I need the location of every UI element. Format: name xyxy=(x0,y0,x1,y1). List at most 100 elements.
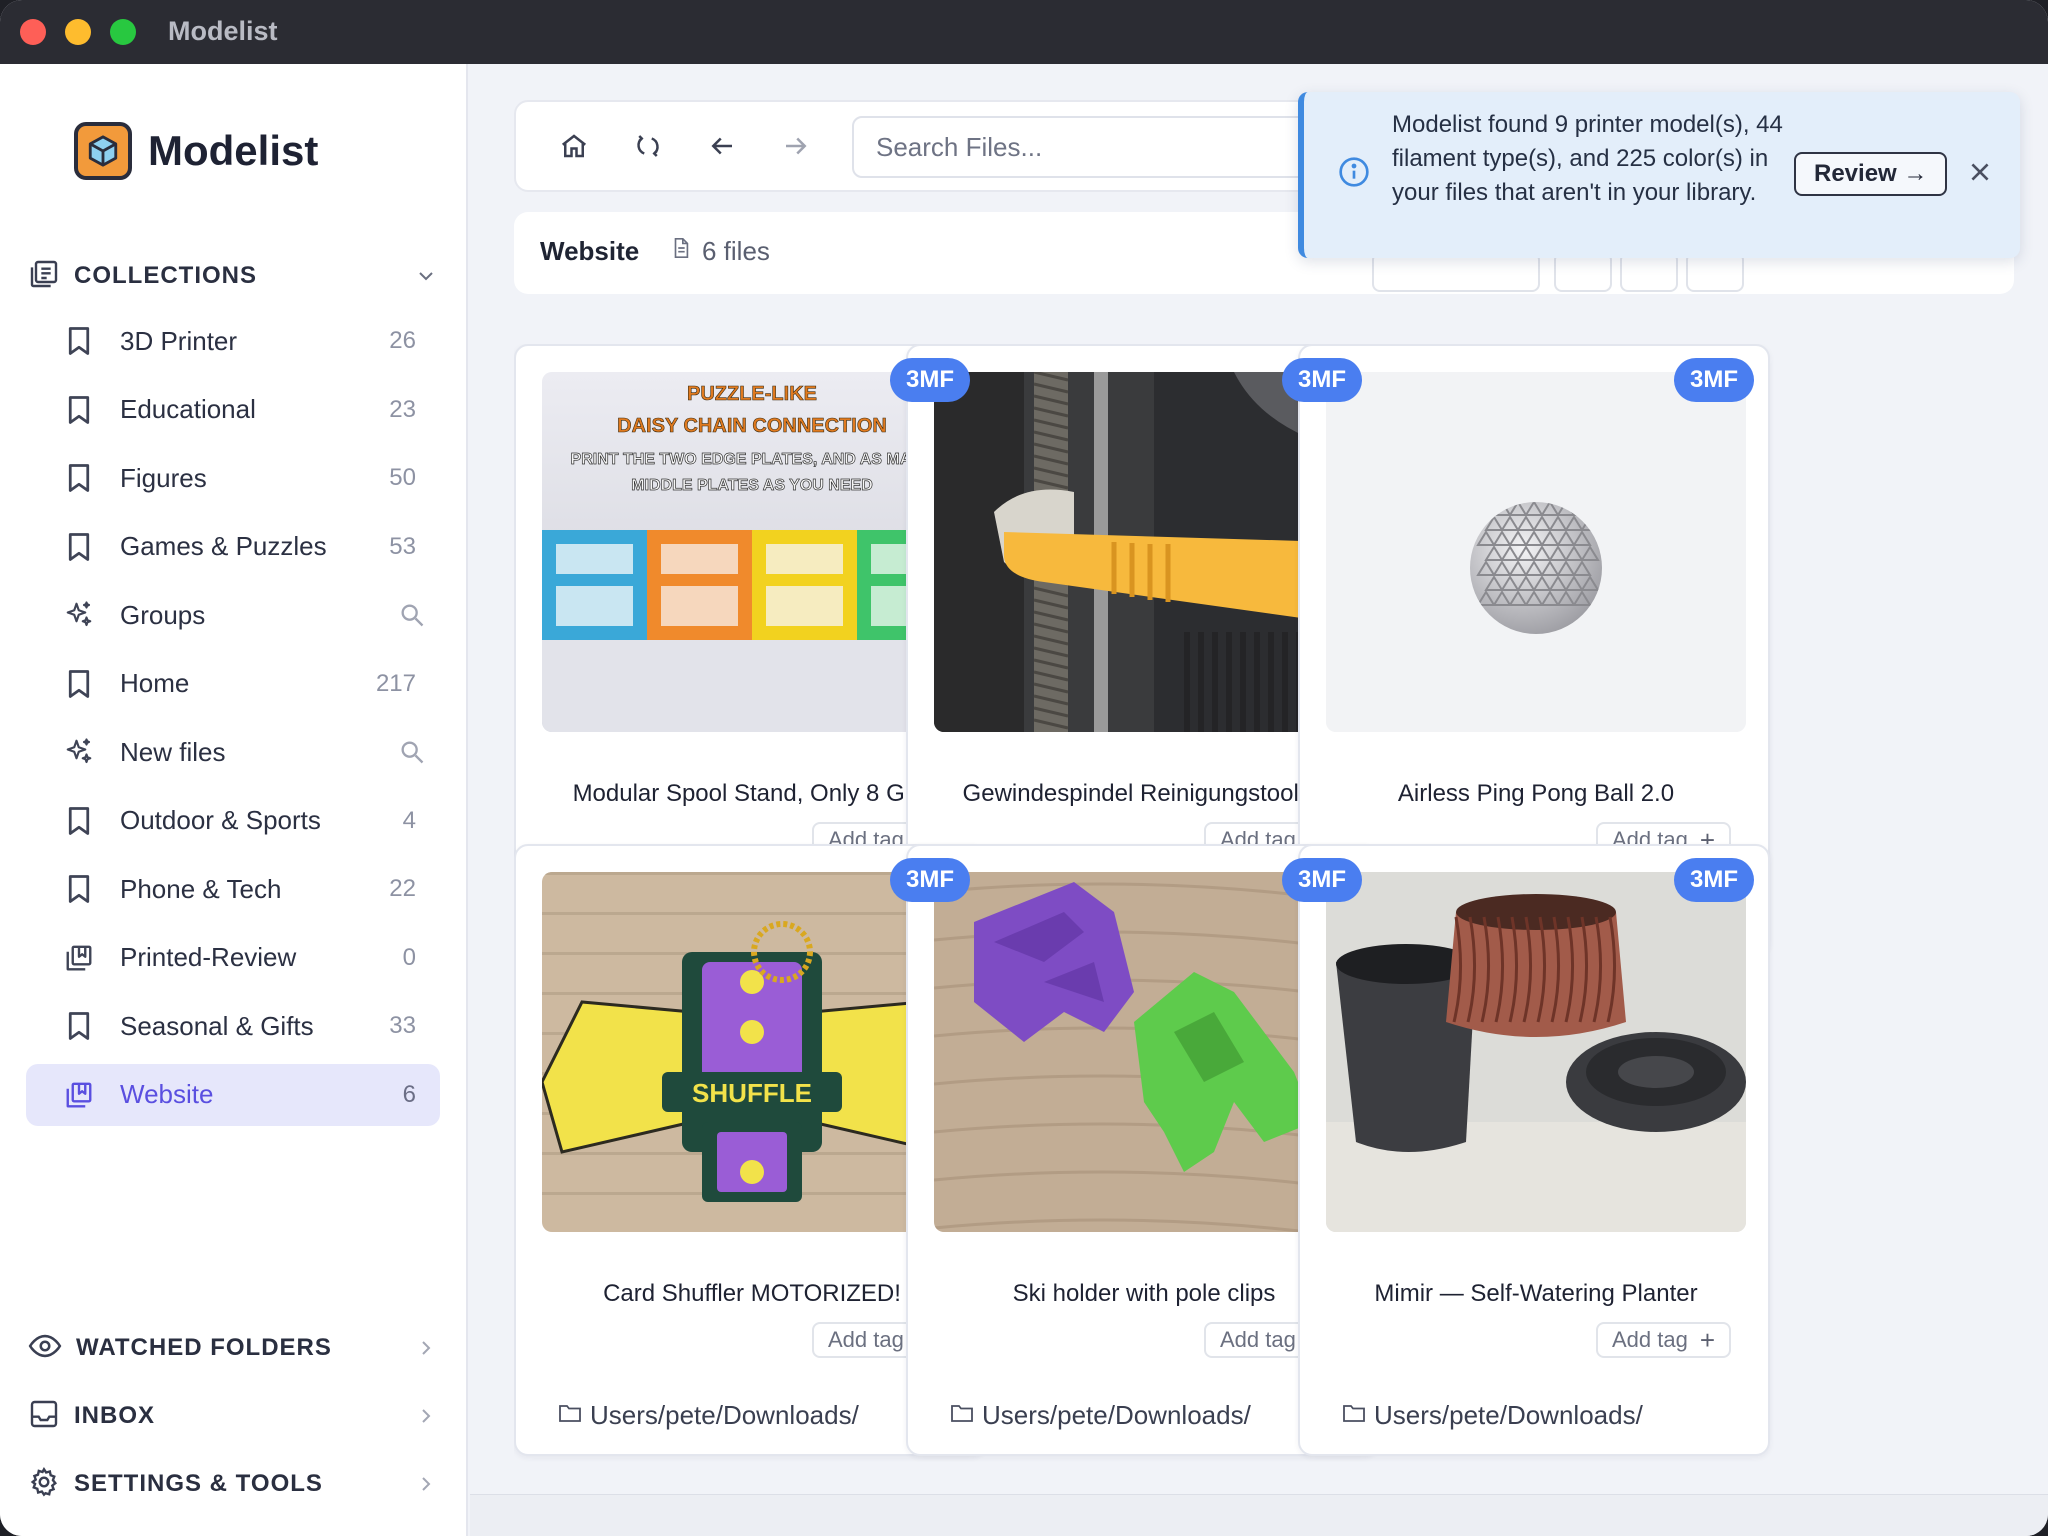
sidebar-item-label: Home xyxy=(120,668,190,698)
sidebar: Modelist COLLECTIONS 3D Printer 26 Educati… xyxy=(0,64,468,1536)
review-button[interactable]: Review → xyxy=(1794,152,1948,196)
bookmark-icon xyxy=(64,463,94,493)
file-card[interactable]: 3MF Mimir — Self-Watering Planter Add tag +… xyxy=(1298,844,1770,1456)
file-thumbnail[interactable] xyxy=(1326,372,1746,732)
sidebar-item-games-puzzles[interactable]: Games & Puzzles 53 xyxy=(26,516,440,578)
add-tag-button[interactable]: Add tag + xyxy=(1596,1322,1732,1358)
gear-icon xyxy=(28,1466,60,1503)
inbox-label: INBOX xyxy=(74,1402,156,1429)
refresh-button[interactable] xyxy=(626,126,670,170)
sidebar-item-educational[interactable]: Educational 23 xyxy=(26,379,440,441)
eye-icon xyxy=(28,1329,62,1368)
close-window-button[interactable] xyxy=(20,19,46,45)
delete-button[interactable] xyxy=(1686,252,1744,292)
file-thumbnail[interactable] xyxy=(1326,872,1746,1232)
forward-button[interactable] xyxy=(774,126,818,170)
edit-button[interactable] xyxy=(1554,252,1612,292)
sidebar-item-count: 33 xyxy=(389,1012,416,1039)
bookmark-icon xyxy=(64,806,94,836)
thumb-text-line: DAISY CHAIN CONNECTION xyxy=(617,415,887,437)
file-thumbnail[interactable] xyxy=(934,372,1354,732)
sidebar-item-home[interactable]: Home 217 xyxy=(26,653,440,715)
sidebar-item-phone-tech[interactable]: Phone & Tech 22 xyxy=(26,858,440,920)
file-icon xyxy=(670,236,702,267)
sidebar-item-count: 217 xyxy=(375,669,416,697)
file-type-badge: 3MF xyxy=(1282,358,1362,402)
watched-folders-label: WATCHED FOLDERS xyxy=(76,1334,332,1361)
sidebar-item-label: Educational xyxy=(120,394,256,424)
close-icon xyxy=(1967,159,1993,190)
sidebar-item-count: 53 xyxy=(389,532,416,560)
sparkles-icon xyxy=(64,600,94,630)
sidebar-item-printed-review[interactable]: Printed-Review 0 xyxy=(26,927,440,989)
sidebar-item-label: Website xyxy=(120,1079,214,1109)
file-title[interactable]: Card Shuffler MOTORIZED! xyxy=(536,1280,968,1308)
files-count-label: 6 files xyxy=(702,236,770,266)
watched-folders-section[interactable]: WATCHED FOLDERS xyxy=(28,1328,438,1368)
thumb-text-line: MIDDLE PLATES AS YOU NEED xyxy=(631,477,873,494)
bookmark-icon xyxy=(64,669,94,699)
sidebar-item-seasonal-gifts[interactable]: Seasonal & Gifts 33 xyxy=(26,995,440,1057)
sidebar-item-label: Outdoor & Sports xyxy=(120,805,321,835)
collections-icon xyxy=(28,258,60,295)
back-button[interactable] xyxy=(700,126,744,170)
file-path-label: Users/pete/Downloads/ xyxy=(1374,1400,1643,1430)
plus-icon: + xyxy=(1699,1324,1716,1355)
sidebar-item-count: 0 xyxy=(402,943,416,971)
sidebar-item-groups[interactable]: Groups xyxy=(26,584,440,646)
thumb-text-line: PRINT THE TWO EDGE PLATES, AND AS MANY xyxy=(571,451,934,468)
sidebar-item-new-files[interactable]: New files xyxy=(26,721,440,783)
inbox-section[interactable]: INBOX xyxy=(28,1396,438,1436)
sidebar-item-3d-printer[interactable]: 3D Printer 26 xyxy=(26,310,440,372)
file-title[interactable]: Modular Spool Stand, Only 8 Gr... xyxy=(536,780,968,808)
file-thumbnail[interactable] xyxy=(934,872,1354,1232)
file-type-badge: 3MF xyxy=(1674,358,1754,402)
sidebar-item-figures[interactable]: Figures 50 xyxy=(26,447,440,509)
add-tag-label: Add tag xyxy=(1612,1327,1688,1352)
folder-icon xyxy=(950,1400,982,1431)
sidebar-item-website[interactable]: Website 6 xyxy=(26,1063,440,1126)
file-title[interactable]: Ski holder with pole clips xyxy=(928,1280,1360,1308)
inbox-icon xyxy=(28,1398,60,1435)
cube-logo-icon xyxy=(74,122,132,180)
chevron-right-icon xyxy=(414,1472,438,1501)
collections-section-header[interactable]: COLLECTIONS xyxy=(28,256,438,296)
main-area: Website 6 files 3MF PUZZLE-LIKE DAISY CHAI… xyxy=(470,64,2048,1536)
settings-tools-label: SETTINGS & TOOLS xyxy=(74,1470,323,1497)
file-path[interactable]: Users/pete/Downloads/ xyxy=(1342,1400,1643,1431)
collections-label: COLLECTIONS xyxy=(74,262,257,289)
file-type-badge: 3MF xyxy=(890,358,970,402)
info-icon xyxy=(1338,156,1370,193)
collection-title: Website xyxy=(540,236,640,266)
search-icon[interactable] xyxy=(398,738,426,771)
sidebar-item-count: 50 xyxy=(389,464,416,491)
file-path[interactable]: Users/pete/Downloads/ xyxy=(950,1400,1251,1431)
zoom-window-button[interactable] xyxy=(110,19,136,45)
minimize-window-button[interactable] xyxy=(65,19,91,45)
sidebar-item-count: 6 xyxy=(402,1080,416,1108)
sidebar-item-label: Phone & Tech xyxy=(120,873,282,904)
file-title[interactable]: Airless Ping Pong Ball 2.0 xyxy=(1320,780,1752,808)
thumb-text: SHUFFLE xyxy=(692,1078,812,1108)
file-thumbnail[interactable]: SHUFFLE xyxy=(542,872,962,1232)
sidebar-item-outdoor-sports[interactable]: Outdoor & Sports 4 xyxy=(26,790,440,852)
file-title[interactable]: Mimir — Self-Watering Planter xyxy=(1320,1280,1752,1308)
chevron-down-icon[interactable] xyxy=(414,264,438,293)
folder-button[interactable] xyxy=(1620,252,1678,292)
toast-close-button[interactable] xyxy=(1964,158,1996,190)
file-thumbnail[interactable]: PUZZLE-LIKE DAISY CHAIN CONNECTION PRINT T… xyxy=(542,372,962,732)
home-button[interactable] xyxy=(552,126,596,170)
file-type-badge: 3MF xyxy=(1674,858,1754,902)
horizontal-scrollbar[interactable] xyxy=(470,1494,2048,1536)
sidebar-item-label: Games & Puzzles xyxy=(120,531,327,561)
arrow-right-icon xyxy=(781,131,811,166)
search-icon[interactable] xyxy=(398,601,426,634)
file-path[interactable]: Users/pete/Downloads/ xyxy=(558,1400,859,1431)
sidebar-item-label: Seasonal & Gifts xyxy=(120,1010,314,1041)
file-title[interactable]: Gewindespindel Reinigungstool ... xyxy=(928,780,1360,808)
files-count: 6 files xyxy=(670,236,770,267)
settings-tools-section[interactable]: SETTINGS & TOOLS xyxy=(28,1464,438,1504)
toast-message: Modelist found 9 printer model(s), 44 fi… xyxy=(1392,111,1783,206)
sidebar-item-count: 22 xyxy=(389,875,416,902)
all-files-button[interactable] xyxy=(1372,252,1540,292)
